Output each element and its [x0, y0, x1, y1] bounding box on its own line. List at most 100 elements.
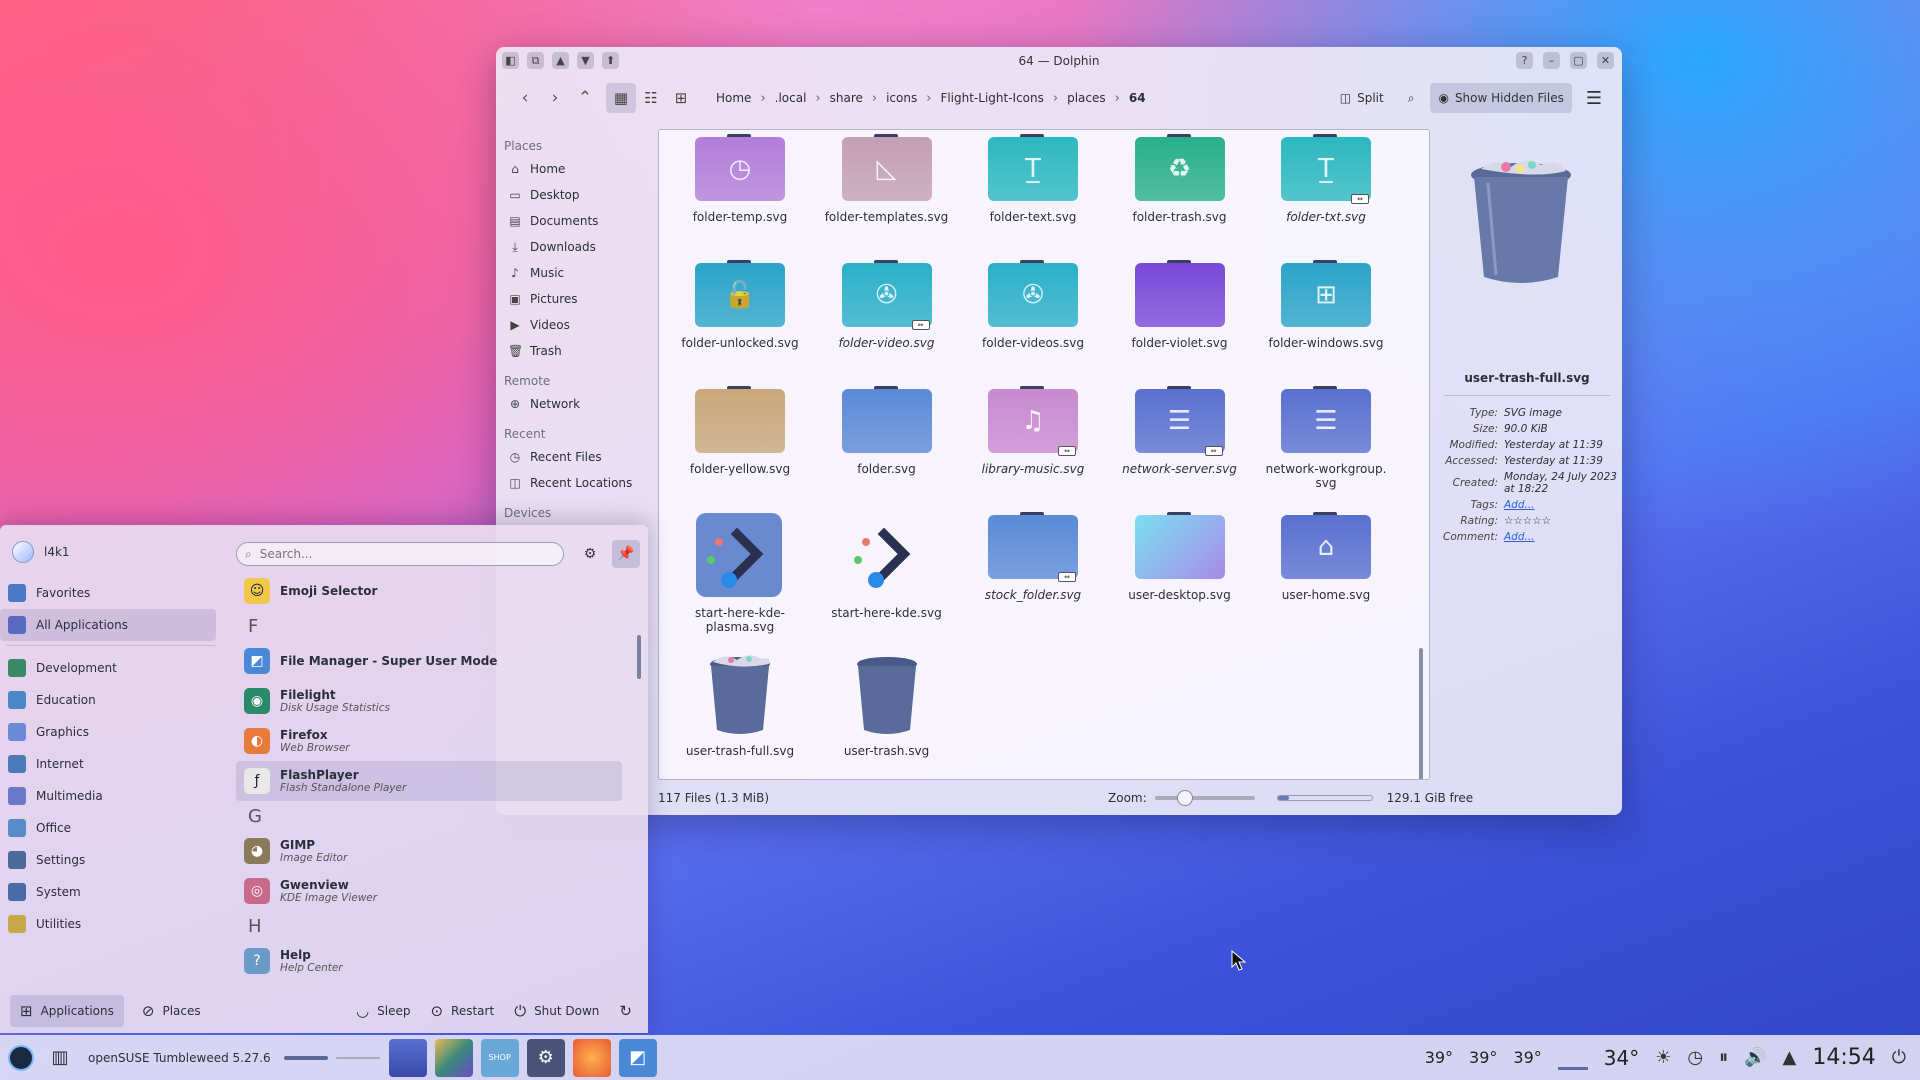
task-opensuse[interactable]: openSUSE Tumbleweed 5.27.6 — [78, 1035, 281, 1080]
breadcrumb-item[interactable]: .local — [769, 91, 813, 105]
file-item[interactable]: ☰ ⇔ network-server.svg — [1107, 386, 1253, 476]
pin-launcher-button[interactable]: 📌 — [612, 540, 640, 568]
file-item[interactable]: T̲ ⇔ folder-txt.svg — [1253, 134, 1399, 224]
tray-expand-icon[interactable]: ▲ — [1783, 1047, 1797, 1068]
category-all-applications[interactable]: All Applications — [0, 609, 216, 641]
places-item-network[interactable]: ⊕ Network — [496, 391, 656, 417]
breadcrumb-item[interactable]: Flight-Light-Icons — [934, 91, 1049, 105]
category-development[interactable]: Development — [0, 652, 216, 684]
zoom-slider-handle[interactable] — [1176, 790, 1193, 806]
breadcrumb-item[interactable]: Home — [710, 91, 757, 105]
file-item[interactable]: ⇔ stock_folder.svg — [960, 512, 1106, 602]
file-item[interactable]: ⊞ folder-windows.svg — [1253, 260, 1399, 350]
category-multimedia[interactable]: Multimedia — [0, 780, 216, 812]
category-settings[interactable]: Settings — [0, 844, 216, 876]
hamburger-menu-button[interactable]: ☰ — [1580, 83, 1608, 113]
clock[interactable]: 14:54 — [1812, 1045, 1875, 1070]
info-value[interactable]: Add... — [1501, 497, 1622, 513]
file-item[interactable]: ✇ ⇔ folder-video.svg — [814, 260, 960, 350]
breadcrumb-item[interactable]: icons — [880, 91, 923, 105]
file-item[interactable]: ✇ folder-videos.svg — [960, 260, 1106, 350]
avatar[interactable] — [12, 541, 34, 563]
zoom-slider[interactable] — [1154, 790, 1255, 806]
task-desktop-preview[interactable] — [388, 1038, 427, 1077]
category-system[interactable]: System — [0, 876, 216, 908]
breadcrumb-item[interactable]: 64 — [1123, 91, 1152, 105]
category-internet[interactable]: Internet — [0, 748, 216, 780]
file-item[interactable]: ☰ network-workgroup. svg — [1253, 386, 1399, 490]
app-item-firefox[interactable]: ◐ Firefox Web Browser — [236, 721, 622, 761]
weather-temp[interactable]: 34° — [1604, 1046, 1639, 1070]
places-item-trash[interactable]: 🗑 Trash — [496, 338, 656, 364]
file-item[interactable]: folder-yellow.svg — [667, 386, 813, 476]
shutdown-button[interactable]: ⏻ Shut Down — [504, 995, 609, 1027]
details-view-button[interactable]: ⊞ — [666, 83, 696, 113]
breadcrumb-item[interactable]: share — [824, 91, 869, 105]
search-button[interactable]: ⌕ — [1400, 83, 1423, 113]
task-system-settings[interactable]: ⚙ — [526, 1038, 565, 1077]
file-item[interactable]: folder.svg — [814, 386, 960, 476]
maximize-icon[interactable]: ▢ — [1570, 52, 1587, 69]
app-item-filelight[interactable]: ◉ Filelight Disk Usage Statistics — [236, 681, 622, 721]
volume-icon[interactable]: 🔊 — [1744, 1047, 1766, 1068]
help-icon[interactable]: ? — [1516, 52, 1533, 69]
places-item-desktop[interactable]: ▭ Desktop — [496, 182, 656, 208]
category-utilities[interactable]: Utilities — [0, 908, 216, 940]
back-button[interactable]: ‹ — [510, 83, 540, 113]
task-dolphin[interactable]: ◩ — [618, 1038, 657, 1077]
launcher-button[interactable] — [0, 1035, 42, 1080]
file-item[interactable]: start-here-kde-plasma.svg — [667, 512, 813, 634]
app-item-file-manager-super-user-mode[interactable]: ◩ File Manager - Super User Mode — [236, 641, 622, 681]
minimize-icon[interactable]: – — [1543, 52, 1560, 69]
app-item-gwenview[interactable]: ◎ Gwenview KDE Image Viewer — [236, 871, 622, 911]
file-view-scrollbar[interactable] — [1419, 648, 1423, 779]
file-item[interactable]: user-desktop.svg — [1107, 512, 1253, 602]
application-list-scrollbar[interactable] — [637, 635, 641, 679]
sleep-button[interactable]: ◡ Sleep — [346, 995, 420, 1027]
file-item[interactable]: user-trash.svg — [814, 654, 960, 758]
power-icon[interactable]: ⏻ — [1892, 1047, 1906, 1068]
file-item[interactable]: T̲ folder-text.svg — [960, 134, 1106, 224]
file-item[interactable]: start-here-kde.svg — [814, 512, 960, 620]
category-favorites[interactable]: Favorites — [0, 577, 216, 609]
show-hidden-files-button[interactable]: ◉ Show Hidden Files — [1430, 83, 1572, 113]
app-item-gimp[interactable]: ◕ GIMP Image Editor — [236, 831, 622, 871]
file-item[interactable]: folder-violet.svg — [1107, 260, 1253, 350]
places-item-home[interactable]: ⌂ Home — [496, 156, 656, 182]
task-krita[interactable] — [434, 1038, 473, 1077]
places-item-videos[interactable]: ▶ Videos — [496, 312, 656, 338]
up-button[interactable]: ⌃ — [570, 83, 600, 113]
info-add-link[interactable]: Add... — [1504, 499, 1535, 511]
places-tab[interactable]: ⊘ Places — [132, 995, 211, 1027]
media-pause-icon[interactable]: ⏸ — [1719, 1047, 1728, 1068]
close-icon[interactable]: ✕ — [1597, 52, 1614, 69]
app-item-help[interactable]: ? Help Help Center — [236, 941, 622, 981]
file-item[interactable]: ♻ folder-trash.svg — [1107, 134, 1253, 224]
file-item[interactable]: ♫ ⇔ library-music.svg — [960, 386, 1106, 476]
file-view[interactable]: ◷ folder-temp.svg ◺ folder-templates.svg T̲ f… — [658, 129, 1430, 780]
compact-view-button[interactable]: ☷ — [636, 83, 666, 113]
places-item-recent-locations[interactable]: ◫ Recent Locations — [496, 470, 656, 496]
places-item-recent-files[interactable]: ◷ Recent Files — [496, 444, 656, 470]
category-graphics[interactable]: Graphics — [0, 716, 216, 748]
places-item-documents[interactable]: ▤ Documents — [496, 208, 656, 234]
places-item-downloads[interactable]: ⤓ Downloads — [496, 234, 656, 260]
forward-button[interactable]: › — [540, 83, 570, 113]
category-office[interactable]: Office — [0, 812, 216, 844]
file-item[interactable]: 🔓 folder-unlocked.svg — [667, 260, 813, 350]
task-firefox[interactable] — [572, 1038, 611, 1077]
info-add-link[interactable]: Add... — [1504, 531, 1535, 543]
leave-button[interactable]: ↻ — [609, 995, 642, 1027]
pager-icon[interactable]: ▥ — [42, 1035, 78, 1080]
split-button[interactable]: ◫ Split — [1332, 83, 1392, 113]
app-item-emoji-selector[interactable]: ☺ Emoji Selector — [236, 571, 622, 611]
launcher-settings-button[interactable]: ⚙ — [578, 542, 602, 566]
category-education[interactable]: Education — [0, 684, 216, 716]
icons-view-button[interactable]: ▦ — [606, 83, 636, 113]
app-item-flashplayer[interactable]: ƒ FlashPlayer Flash Standalone Player — [236, 761, 622, 801]
restart-button[interactable]: ⊙ Restart — [420, 995, 504, 1027]
task-software-shop[interactable]: SHOP — [480, 1038, 519, 1077]
places-item-music[interactable]: ♪ Music — [496, 260, 656, 286]
titlebar[interactable]: ◧ ⧉ ▲ ▼ ⬆ 64 — Dolphin ? – ▢ ✕ — [496, 47, 1622, 75]
user-profile[interactable]: l4k1 — [12, 541, 70, 563]
